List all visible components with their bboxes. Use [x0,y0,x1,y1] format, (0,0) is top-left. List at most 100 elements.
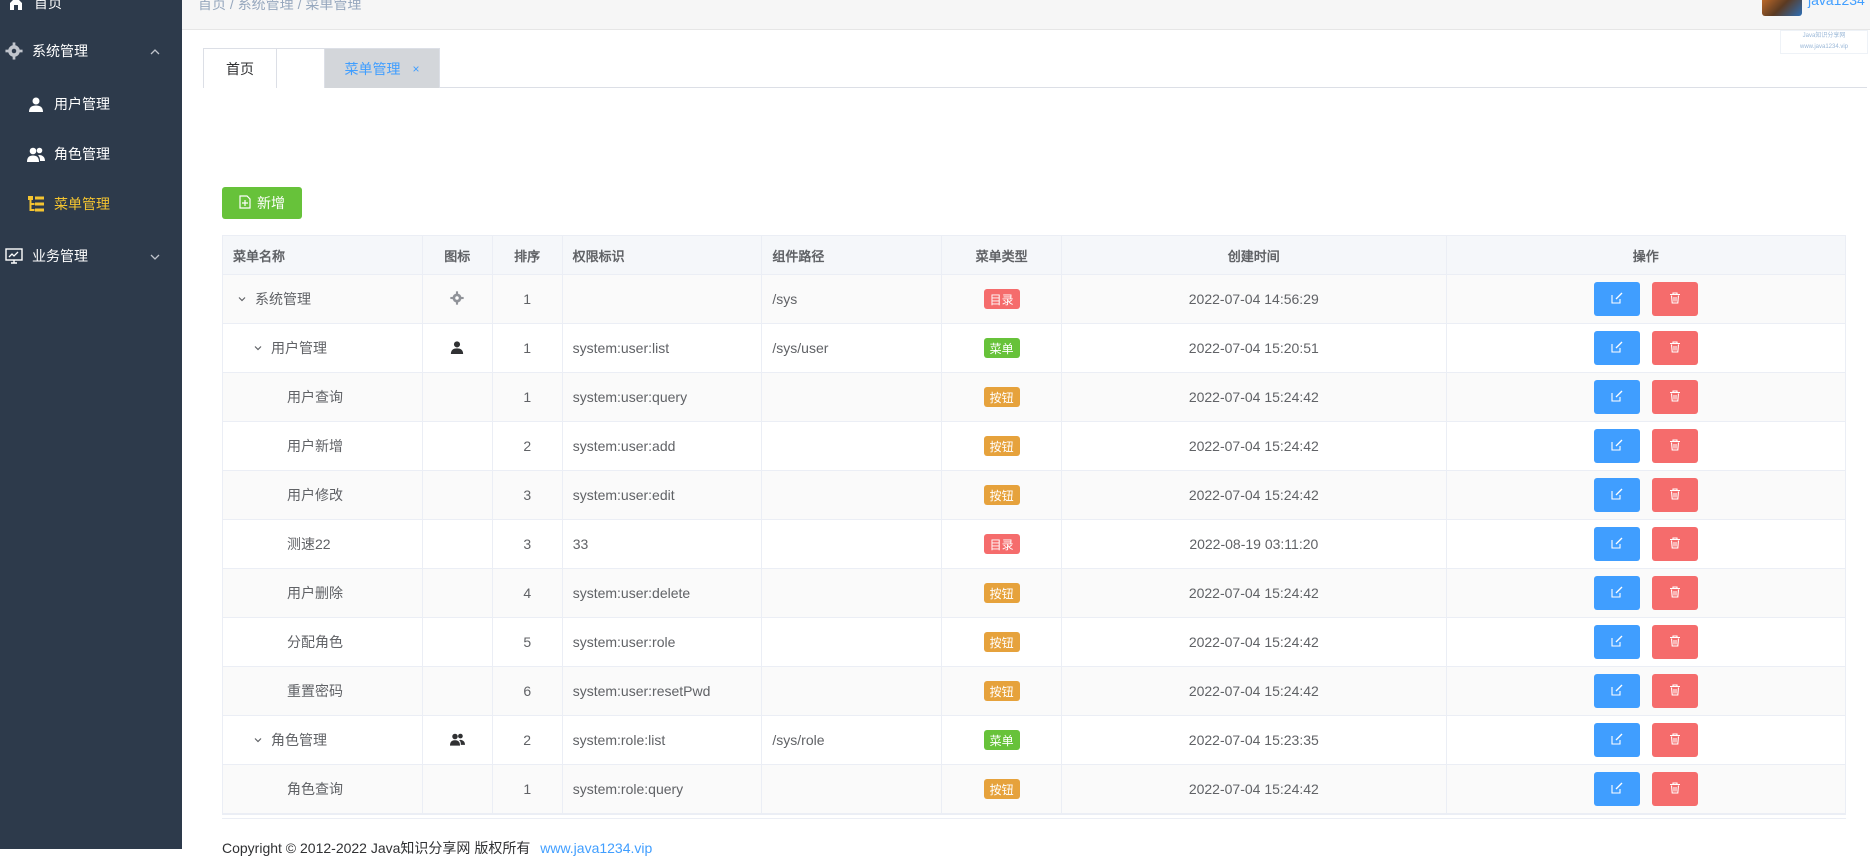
expand-chevron-icon[interactable] [235,294,249,304]
sidebar-item-menus[interactable]: 菜单管理 [0,179,182,229]
cell-icon [423,422,493,470]
tab-menu-management[interactable]: 菜单管理 × [324,48,440,88]
cell-path [762,422,943,470]
trash-icon [1669,340,1681,356]
type-tag: 菜单 [983,338,1020,358]
table-row[interactable]: 重置密码 6 system:user:resetPwd 按钮 2022-07-04 15… [223,667,1845,716]
cell-created: 2022-07-04 15:20:51 [1062,324,1447,372]
cell-permission: system:role:list [563,716,763,764]
sidebar-item-label: 菜单管理 [54,196,110,212]
delete-button[interactable] [1651,478,1698,512]
table-row[interactable]: 角色管理 2 system:role:list/sys/role 菜单 2022-07-… [223,716,1845,765]
table-row[interactable]: 系统管理 1/sys 目录 2022-07-04 14:56:29 [223,275,1845,324]
cell-path [762,373,943,421]
footer-link[interactable]: www.java1234.vip [540,840,652,856]
column-header-order: 排序 [493,236,563,274]
cell-order: 5 [493,618,563,666]
menu-name: 角色管理 [271,732,327,748]
expand-chevron-icon[interactable] [251,343,265,353]
chevron-up-icon [150,44,160,60]
cell-actions [1447,471,1845,519]
edit-button[interactable] [1593,282,1640,316]
table-row[interactable]: 用户管理 1 system:user:list/sys/user 菜单 2022-07-… [223,324,1845,373]
table-row[interactable]: 用户删除 4 system:user:delete 按钮 2022-07-04 15:2… [223,569,1845,618]
add-button[interactable]: 新增 [222,187,302,219]
edit-button[interactable] [1593,674,1640,708]
table-row[interactable]: 用户修改 3 system:user:edit 按钮 2022-07-04 15:24:… [223,471,1845,520]
edit-icon [1611,585,1623,601]
top-navbar: 首页 / 系统管理 / 菜单管理 java1234 [182,0,1870,30]
home-icon [6,0,26,13]
table-row[interactable]: 测速22 3 33 目录 2022-08-19 03:11:20 [223,520,1845,569]
edit-button[interactable] [1593,723,1640,757]
delete-button[interactable] [1651,527,1698,561]
delete-button[interactable] [1651,576,1698,610]
edit-button[interactable] [1593,527,1640,561]
close-icon[interactable]: × [412,62,419,76]
cell-created: 2022-07-04 15:24:42 [1062,471,1447,519]
tab-home[interactable]: 首页 [203,48,277,88]
cell-permission: 33 [563,520,763,568]
edit-button[interactable] [1593,429,1640,463]
type-tag: 菜单 [983,730,1020,750]
table-row[interactable]: 用户新增 2 system:user:add 按钮 2022-07-04 15:24:4… [223,422,1845,471]
monitor-icon [4,246,24,266]
breadcrumb-item-current: 菜单管理 [305,0,362,12]
type-tag: 按钮 [983,436,1020,456]
gear-icon [450,290,464,308]
tab-blank[interactable] [276,48,326,88]
sidebar-item-business[interactable]: 业务管理 [0,231,182,281]
sidebar-item-roles[interactable]: 角色管理 [0,129,182,179]
delete-button[interactable] [1651,723,1698,757]
edit-button[interactable] [1593,478,1640,512]
cell-order: 4 [493,569,563,617]
user-icon [26,94,46,114]
delete-button[interactable] [1651,674,1698,708]
avatar[interactable] [1762,0,1802,16]
trash-icon [1669,487,1681,503]
sidebar-item-home[interactable]: 首页 [0,0,182,28]
cell-name: 分配角色 [223,618,423,666]
edit-button[interactable] [1593,576,1640,610]
cell-order: 1 [493,373,563,421]
delete-button[interactable] [1651,772,1698,806]
breadcrumb-item-home[interactable]: 首页 [198,0,226,12]
sidebar-item-system[interactable]: 系统管理 [0,26,182,76]
delete-button[interactable] [1651,429,1698,463]
cell-path: /sys [762,275,943,323]
edit-button[interactable] [1593,772,1640,806]
edit-icon [1611,781,1623,797]
cell-type: 按钮 [942,373,1063,421]
table-row[interactable]: 用户查询 1 system:user:query 按钮 2022-07-04 15:24… [223,373,1845,422]
cell-actions [1447,324,1845,372]
table-row[interactable]: 角色查询 1 system:role:query 按钮 2022-07-04 15:24… [223,765,1845,814]
cell-permission: system:user:add [563,422,763,470]
users-icon [26,144,46,164]
edit-icon [1611,389,1623,405]
delete-button[interactable] [1651,625,1698,659]
edit-button[interactable] [1593,380,1640,414]
type-tag: 按钮 [983,779,1020,799]
user-name[interactable]: java1234 [1808,0,1865,8]
chevron-down-icon [150,249,160,265]
cell-name: 用户新增 [223,422,423,470]
delete-button[interactable] [1651,380,1698,414]
cell-created: 2022-07-04 15:24:42 [1062,667,1447,715]
cell-actions [1447,618,1845,666]
menu-name: 重置密码 [287,683,343,699]
expand-chevron-icon[interactable] [251,735,265,745]
cell-actions [1447,275,1845,323]
cell-permission: system:user:delete [563,569,763,617]
delete-button[interactable] [1651,282,1698,316]
breadcrumb-item-system[interactable]: 系统管理 [238,0,294,12]
edit-button[interactable] [1593,625,1640,659]
edit-button[interactable] [1593,331,1640,365]
table-row[interactable]: 分配角色 5 system:user:role 按钮 2022-07-04 15:24:… [223,618,1845,667]
cell-created: 2022-07-04 14:56:29 [1062,275,1447,323]
sidebar-item-users[interactable]: 用户管理 [0,79,182,129]
cell-order: 1 [493,765,563,813]
cell-name: 用户管理 [223,324,423,372]
delete-button[interactable] [1651,331,1698,365]
edit-icon [1611,536,1623,552]
breadcrumb: 首页 / 系统管理 / 菜单管理 [198,0,361,14]
